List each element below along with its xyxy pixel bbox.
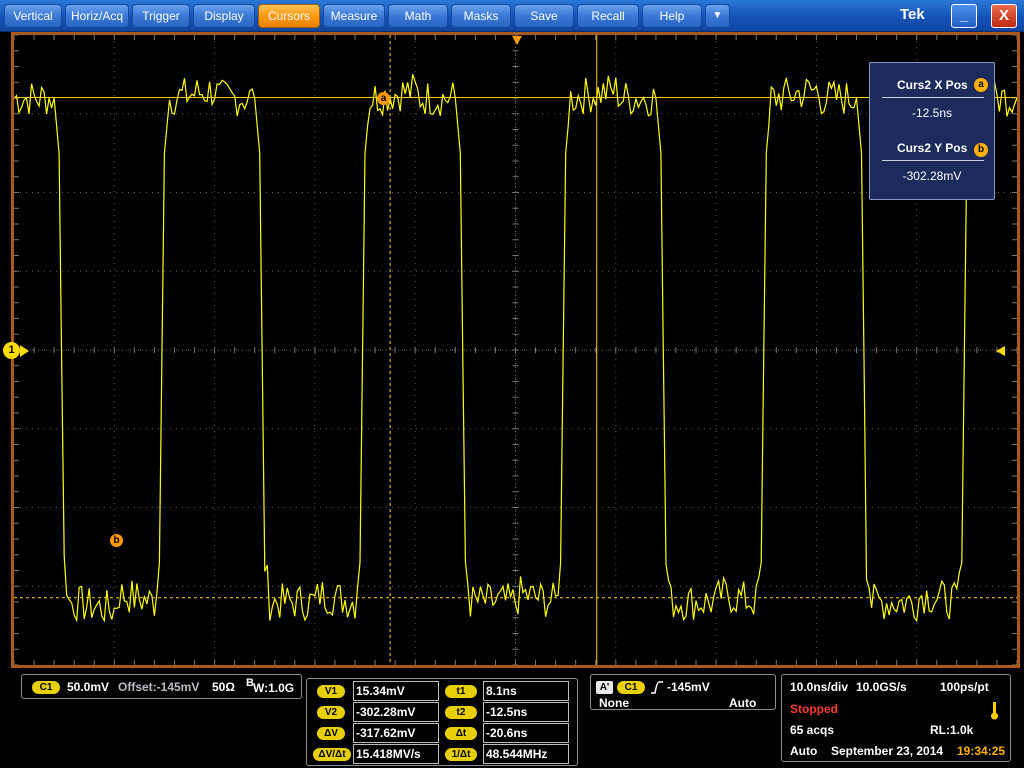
- bandwidth-value: W:1.0G: [253, 681, 295, 695]
- curs2-y-value: -302.28mV: [902, 169, 962, 183]
- delta-t-value: -20.6ns: [483, 723, 569, 743]
- menu-display[interactable]: Display: [193, 4, 255, 28]
- channel-offset: Offset:-145mV: [118, 680, 200, 694]
- date: September 23, 2014: [831, 744, 944, 758]
- t2-value: -12.5ns: [483, 702, 569, 722]
- menu-recall[interactable]: Recall: [577, 4, 639, 28]
- menu-trigger[interactable]: Trigger: [132, 4, 190, 28]
- inv-delta-t-chip: 1/Δt: [445, 748, 477, 761]
- trigger-coupling: None: [599, 696, 629, 710]
- brand-logo: Tek: [900, 6, 925, 23]
- cursor-a-badge: a: [974, 78, 988, 92]
- menu-vertical[interactable]: Vertical: [4, 4, 62, 28]
- trigger-status-icon: [991, 702, 998, 720]
- trigger-mode: Auto: [729, 696, 757, 710]
- delta-t-chip: Δt: [445, 727, 477, 740]
- sample-rate: 10.0GS/s: [856, 680, 907, 694]
- channel-settings-panel[interactable]: C1 50.0mV Offset:-145mV 50Ω B W:1.0G: [21, 674, 302, 699]
- channel-1-arrow-icon: [20, 345, 29, 357]
- readout-divider: [882, 160, 984, 161]
- time: 19:34:25: [957, 744, 1006, 758]
- dv-dt-chip: ΔV/Δt: [313, 748, 351, 761]
- cursor-values-panel[interactable]: V1 15.34mV V2 -302.28mV ΔV -317.62mV ΔV/…: [306, 678, 578, 766]
- rising-edge-icon: [651, 681, 663, 694]
- acquisition-panel[interactable]: 10.0ns/div 10.0GS/s 100ps/pt Stopped 65 …: [781, 674, 1011, 762]
- menu-horiz-acq[interactable]: Horiz/Acq: [65, 4, 129, 28]
- close-button[interactable]: X: [991, 4, 1017, 28]
- readout-divider: [882, 97, 984, 98]
- trigger-mode-label: Auto: [790, 744, 818, 758]
- timebase: 10.0ns/div: [790, 680, 849, 694]
- cursor-b-tag[interactable]: b: [110, 534, 123, 547]
- cursor-a-tag[interactable]: a: [377, 92, 390, 105]
- menu-help[interactable]: Help: [642, 4, 702, 28]
- cursor-readout[interactable]: Curs2 X Pos a -12.5ns Curs2 Y Pos b -302…: [869, 62, 995, 200]
- trigger-level-marker[interactable]: [996, 346, 1005, 356]
- menu-measure[interactable]: Measure: [323, 4, 385, 28]
- menu-masks[interactable]: Masks: [451, 4, 511, 28]
- v1-value: 15.34mV: [353, 681, 439, 701]
- t1-chip: t1: [445, 685, 477, 698]
- v2-chip: V2: [317, 706, 345, 719]
- menu-dropdown-icon[interactable]: ▼: [705, 4, 730, 28]
- menu-bar: Vertical Horiz/Acq Trigger Display Curso…: [0, 0, 1024, 32]
- dv-dt-value: 15.418MV/s: [353, 744, 439, 764]
- t1-value: 8.1ns: [483, 681, 569, 701]
- delta-v-chip: ΔV: [317, 727, 345, 740]
- cursor-b-badge: b: [974, 143, 988, 157]
- acquisition-count: 65 acqs: [790, 723, 835, 737]
- channel-impedance: 50Ω: [212, 680, 235, 694]
- resolution: 100ps/pt: [940, 680, 989, 694]
- menu-math[interactable]: Math: [388, 4, 448, 28]
- trigger-a-chip: A': [596, 681, 613, 694]
- menu-save[interactable]: Save: [514, 4, 574, 28]
- channel-1-marker[interactable]: 1: [3, 342, 20, 359]
- curs2-x-value: -12.5ns: [911, 106, 953, 120]
- record-length: RL:1.0k: [930, 723, 974, 737]
- delta-v-value: -317.62mV: [353, 723, 439, 743]
- waveform-chart: [14, 35, 1017, 665]
- minimize-button[interactable]: _: [951, 4, 977, 28]
- trigger-source-chip: C1: [617, 681, 645, 694]
- trigger-position-marker[interactable]: [512, 36, 522, 45]
- menu-cursors[interactable]: Cursors: [258, 4, 320, 28]
- v2-value: -302.28mV: [353, 702, 439, 722]
- trigger-level: -145mV: [667, 680, 710, 694]
- channel-chip: C1: [32, 681, 60, 694]
- trigger-settings-panel[interactable]: A' C1 -145mV None Auto: [590, 674, 776, 710]
- channel-scale: 50.0mV: [67, 680, 110, 694]
- t2-chip: t2: [445, 706, 477, 719]
- v1-chip: V1: [317, 685, 345, 698]
- inv-delta-t-value: 48.544MHz: [483, 744, 569, 764]
- acquisition-status: Stopped: [790, 702, 838, 716]
